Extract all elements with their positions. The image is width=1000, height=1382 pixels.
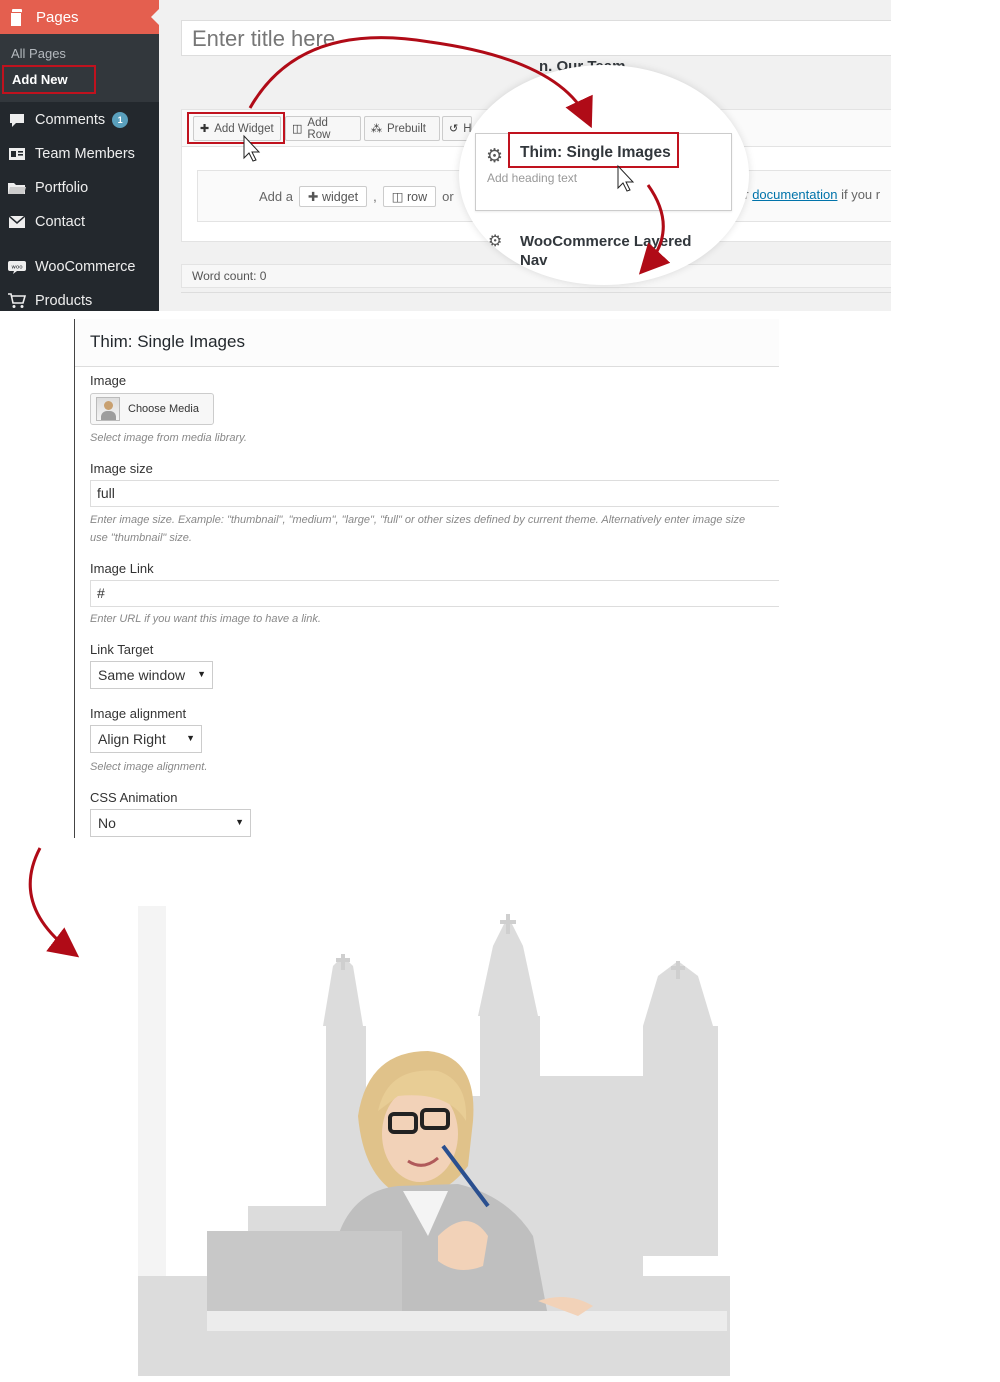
- choose-media-label: Choose Media: [128, 403, 199, 415]
- image-link-hint: Enter URL if you want this image to have…: [90, 613, 321, 625]
- image-thumbnail: [96, 397, 120, 421]
- link-target-label: Link Target: [90, 642, 154, 657]
- image-alignment-value: Align Right: [98, 731, 166, 747]
- form-title: Thim: Single Images: [75, 319, 779, 367]
- add-a-text: Add a: [259, 189, 293, 204]
- add-row-button[interactable]: ◫ Add Row: [285, 116, 361, 141]
- sidebar-item-label: Products: [35, 293, 93, 309]
- inline-add-row-button[interactable]: ◫ row: [382, 186, 437, 207]
- link-target-value: Same window: [98, 667, 186, 683]
- submenu-add-new[interactable]: Add New: [2, 65, 96, 94]
- result-image-preview: [138, 906, 730, 1376]
- columns-icon: ◫: [292, 123, 303, 135]
- widget-subtitle: Add heading text: [487, 171, 578, 185]
- or-text: or: [442, 189, 454, 204]
- chevron-down-icon: ▼: [197, 669, 206, 679]
- sidebar-item-pages[interactable]: Pages: [0, 0, 159, 34]
- widget-title-highlight: [508, 132, 679, 168]
- gear-icon: ⚙: [488, 233, 503, 250]
- doc-suffix: if you r: [841, 187, 881, 202]
- comments-count-badge: 1: [112, 112, 129, 128]
- css-animation-label: CSS Animation: [90, 790, 178, 805]
- undo-icon: ↺: [449, 123, 459, 135]
- chevron-down-icon: ▼: [235, 817, 244, 827]
- css-animation-select[interactable]: No ▼: [90, 809, 251, 837]
- image-link-input[interactable]: #: [90, 580, 779, 607]
- layout-icon: ⁂: [371, 123, 382, 135]
- prebuilt-button[interactable]: ⁂ Prebuilt: [364, 116, 440, 141]
- inline-add-widget-button[interactable]: ✚ widget: [298, 186, 368, 207]
- documentation-line: ur documentation if you r: [737, 187, 880, 202]
- woocommerce-icon: woo: [8, 259, 26, 275]
- add-widget-highlight: [187, 112, 285, 144]
- envelope-icon: [8, 214, 26, 230]
- title-input[interactable]: Enter title here: [181, 20, 891, 56]
- wp-admin-screenshot: Pages All Pages Add New Comments 1 Team …: [0, 0, 891, 311]
- image-hint: Select image from media library.: [90, 432, 247, 444]
- add-row-label: Add Row: [307, 116, 331, 141]
- prebuilt-label: Prebuilt: [387, 122, 426, 135]
- image-size-hint-line1: Enter image size. Example: "thumbnail", …: [90, 514, 746, 526]
- choose-media-button[interactable]: Choose Media: [90, 393, 214, 425]
- sidebar-item-contact[interactable]: Contact: [0, 207, 159, 237]
- sidebar-item-team-members[interactable]: Team Members: [0, 139, 159, 169]
- add-content-line: Add a ✚ widget , ◫ row or: [259, 186, 454, 207]
- link-target-select[interactable]: Same window ▼: [90, 661, 213, 689]
- admin-sidebar: Pages All Pages Add New Comments 1 Team …: [0, 0, 159, 311]
- image-size-input[interactable]: full: [90, 480, 779, 507]
- sidebar-item-woocommerce[interactable]: woo WooCommerce: [0, 252, 159, 282]
- image-label: Image: [90, 373, 127, 388]
- sidebar-item-label: Pages: [36, 8, 79, 26]
- image-alignment-label: Image alignment: [90, 706, 187, 721]
- documentation-link[interactable]: documentation: [752, 187, 837, 202]
- sidebar-item-label: Contact: [35, 214, 85, 230]
- comma-text: ,: [373, 189, 377, 204]
- chevron-down-icon: ▼: [186, 733, 195, 743]
- sidebar-item-portfolio[interactable]: Portfolio: [0, 173, 159, 203]
- widget-card-woocommerce-layered-nav[interactable]: WooCommerce Layered Nav: [520, 232, 720, 270]
- image-alignment-hint: Select image alignment.: [90, 761, 208, 773]
- next-metabox: [181, 292, 891, 311]
- id-card-icon: [8, 146, 26, 162]
- sidebar-item-label: Portfolio: [35, 180, 89, 196]
- image-size-hint-line2: use "thumbnail" size.: [90, 532, 192, 544]
- sidebar-item-label: WooCommerce: [35, 259, 136, 275]
- cart-icon: [8, 293, 26, 309]
- inline-widget-label: widget: [321, 190, 359, 204]
- gear-icon: ⚙: [486, 146, 504, 167]
- image-link-label: Image Link: [90, 561, 154, 576]
- css-animation-value: No: [98, 815, 116, 831]
- image-alignment-select[interactable]: Align Right ▼: [90, 725, 202, 753]
- inline-row-label: row: [407, 190, 428, 204]
- arrow-to-result: [28, 847, 80, 958]
- folder-icon: [8, 180, 26, 196]
- sidebar-item-comments[interactable]: Comments 1: [0, 105, 159, 135]
- active-notch: [151, 9, 159, 25]
- widget-settings-form: Thim: Single Images Image Choose Media S…: [74, 319, 779, 838]
- sidebar-item-label: Team Members: [35, 146, 135, 162]
- submenu-all-pages[interactable]: All Pages: [11, 46, 66, 61]
- pages-icon: [10, 9, 24, 27]
- svg-text:woo: woo: [11, 264, 23, 270]
- sidebar-item-products[interactable]: Products: [0, 286, 159, 311]
- sidebar-item-label: Comments: [35, 112, 106, 128]
- image-size-label: Image size: [90, 461, 153, 476]
- comment-icon: [8, 112, 26, 128]
